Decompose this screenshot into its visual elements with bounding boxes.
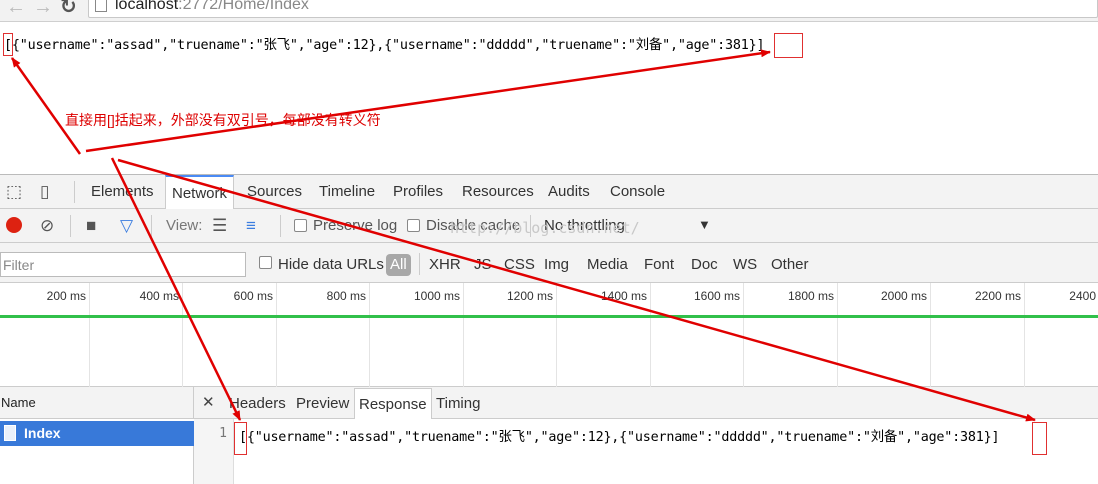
url-field[interactable]: localhost:2772/Home/Index: [88, 0, 1098, 18]
devtools-panel: ⬚ ▯ Elements Network Sources Timeline Pr…: [0, 174, 1098, 484]
browser-address-bar: ← → ↻ localhost:2772/Home/Index: [0, 0, 1098, 22]
document-icon: [4, 425, 16, 441]
dropdown-arrow-icon[interactable]: ▼: [698, 217, 711, 232]
highlight-box-open-bracket-response: [234, 422, 247, 455]
toolbar-divider: [74, 181, 75, 203]
disable-cache-checkbox[interactable]: [407, 219, 420, 232]
request-detail-tab-bar: ✕ Headers Preview Response Timing: [194, 387, 1098, 419]
clear-icon[interactable]: ⊘: [40, 216, 54, 236]
timeline-tick: 2200 ms: [974, 289, 1021, 303]
tab-response[interactable]: Response: [354, 388, 432, 419]
devtools-tab-bar: ⬚ ▯ Elements Network Sources Timeline Pr…: [0, 175, 1098, 209]
filter-type-xhr[interactable]: XHR: [429, 256, 461, 274]
request-row-index[interactable]: Index: [0, 421, 194, 446]
page-icon: [95, 0, 107, 12]
record-button[interactable]: [6, 217, 22, 233]
response-body-text[interactable]: [{"username":"assad","truename":"张飞","ag…: [239, 425, 1000, 445]
preserve-log-label: Preserve log: [313, 217, 398, 234]
filter-type-ws[interactable]: WS: [733, 256, 757, 274]
capture-screenshots-icon[interactable]: ■: [86, 216, 96, 236]
preserve-log-checkbox[interactable]: [294, 219, 307, 232]
tab-sources[interactable]: Sources: [247, 183, 302, 201]
arrow-to-page-open-bracket: [10, 57, 82, 155]
tab-resources[interactable]: Resources: [462, 183, 534, 201]
timeline-tick: 400 ms: [139, 289, 179, 303]
page-json-output: [{"username":"assad","truename":"张飞","ag…: [4, 38, 765, 53]
filter-type-other[interactable]: Other: [771, 256, 809, 274]
device-mode-icon[interactable]: ▯: [40, 182, 49, 202]
hide-data-urls-label: Hide data URLs: [278, 256, 384, 273]
reload-icon[interactable]: ↻: [60, 0, 77, 18]
requests-name-column-header[interactable]: Name: [0, 387, 194, 419]
dom-content-loaded-line: [0, 315, 1098, 318]
close-icon[interactable]: ✕: [202, 393, 215, 411]
highlight-box-close-bracket-page: [774, 33, 803, 58]
filter-input[interactable]: [0, 252, 246, 277]
tab-audits[interactable]: Audits: [548, 183, 590, 201]
overview-icon[interactable]: ≡: [246, 216, 256, 236]
filter-type-all[interactable]: All: [386, 254, 411, 276]
tab-timeline[interactable]: Timeline: [319, 183, 375, 201]
requests-list-empty-area: [0, 446, 194, 484]
tab-network[interactable]: Network: [165, 175, 235, 209]
view-label: View:: [166, 217, 203, 234]
filter-type-js[interactable]: JS: [474, 256, 492, 274]
toolbar-divider: [419, 253, 420, 275]
timeline-tick: 2400: [1069, 289, 1096, 303]
filter-type-css[interactable]: CSS: [504, 256, 535, 274]
timeline-gridline: [743, 283, 744, 387]
timeline-tick: 1600 ms: [693, 289, 740, 303]
timeline-gridline: [930, 283, 931, 387]
timeline-gridline: [182, 283, 183, 387]
annotation-text: 直接用[]括起来，外部没有双引号，每部没有转义符: [65, 112, 381, 128]
timeline-tick: 1200 ms: [506, 289, 553, 303]
tab-console[interactable]: Console: [610, 183, 665, 201]
inspect-element-icon[interactable]: ⬚: [6, 182, 22, 202]
tab-headers[interactable]: Headers: [229, 395, 286, 412]
filter-type-media[interactable]: Media: [587, 256, 628, 274]
timeline-gridline: [369, 283, 370, 387]
url-path: :2772/Home/Index: [178, 0, 309, 13]
timeline-gridline: [276, 283, 277, 387]
large-rows-icon[interactable]: ☰: [212, 216, 227, 236]
highlight-box-close-bracket-response: [1032, 422, 1047, 455]
watermark-text: http://blog.csdn.net/: [450, 219, 640, 237]
timeline-tick: 1400 ms: [600, 289, 647, 303]
filter-icon[interactable]: ▽: [120, 216, 133, 236]
back-arrow-icon[interactable]: ←: [6, 0, 26, 18]
toolbar-divider: [151, 215, 152, 237]
tab-preview[interactable]: Preview: [296, 395, 349, 412]
url-host: localhost: [115, 0, 179, 13]
highlight-box-open-bracket-page: [3, 33, 13, 56]
timeline-tick: 800 ms: [326, 289, 366, 303]
tab-profiles[interactable]: Profiles: [393, 183, 443, 201]
timeline-gridline: [463, 283, 464, 387]
timeline-tick: 600 ms: [233, 289, 273, 303]
toolbar-divider: [70, 215, 71, 237]
toolbar-divider: [280, 215, 281, 237]
filter-type-doc[interactable]: Doc: [691, 256, 718, 274]
line-number: 1: [219, 426, 227, 441]
timeline-gridline: [837, 283, 838, 387]
timeline-tick: 2000 ms: [880, 289, 927, 303]
network-overview-timeline[interactable]: 200 ms 400 ms 600 ms 800 ms 1000 ms 1200…: [0, 283, 1098, 387]
response-line-gutter: 1: [194, 419, 234, 484]
timeline-gridline: [89, 283, 90, 387]
timeline-tick: 200 ms: [46, 289, 86, 303]
forward-arrow-icon[interactable]: →: [33, 0, 53, 18]
timeline-gridline: [650, 283, 651, 387]
timeline-tick: 1800 ms: [787, 289, 834, 303]
filter-type-img[interactable]: Img: [544, 256, 569, 274]
tab-timing[interactable]: Timing: [436, 395, 480, 412]
request-name: Index: [24, 425, 61, 441]
filter-bar: Hide data URLs All XHR JS CSS Img Media …: [0, 243, 1098, 283]
filter-type-font[interactable]: Font: [644, 256, 674, 274]
timeline-tick: 1000 ms: [413, 289, 460, 303]
arrow-to-page-close-bracket: [85, 49, 771, 153]
hide-data-urls-checkbox[interactable]: [259, 256, 272, 269]
tab-elements[interactable]: Elements: [91, 183, 154, 201]
timeline-gridline: [556, 283, 557, 387]
url-text[interactable]: localhost:2772/Home/Index: [115, 0, 309, 14]
